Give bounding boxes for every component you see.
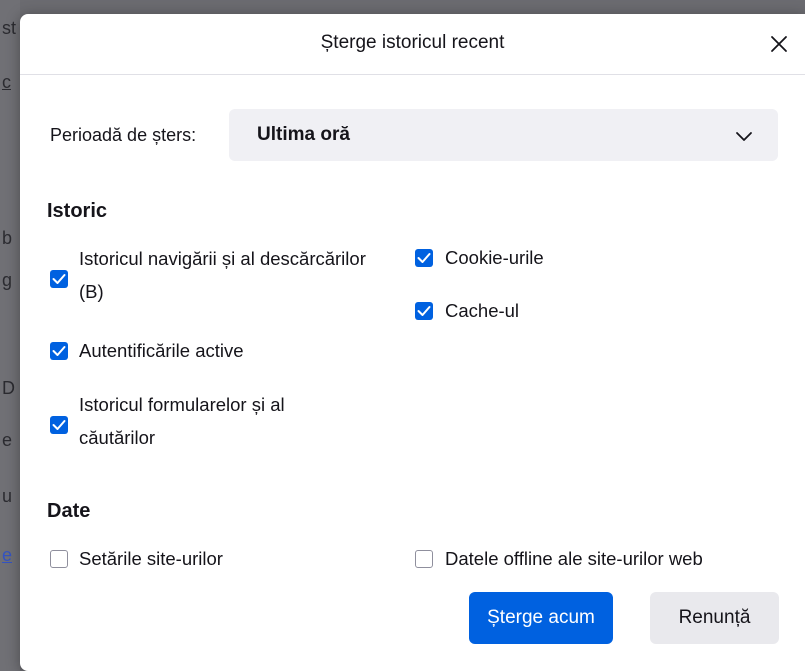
close-button[interactable] [763,28,795,60]
background-page-strip: st c b g D e u e [0,0,20,671]
active-logins-label[interactable]: Autentificările active [79,334,244,367]
clear-history-dialog: Șterge istoricul recent Perioadă de șter… [20,14,805,671]
period-select[interactable]: Ultima oră [229,109,778,161]
checkmark-icon [52,420,66,430]
form-history-checkbox[interactable] [50,416,68,434]
cache-label[interactable]: Cache-ul [445,294,519,327]
browsing-history-label-line1: Istoricul navigării și al descărcărilor [79,248,366,269]
history-section-heading: Istoric [47,200,108,222]
site-settings-label[interactable]: Setările site-urilor [79,542,223,575]
cookies-label[interactable]: Cookie-urile [445,241,544,274]
chevron-down-icon [736,132,752,141]
browsing-history-label[interactable]: Istoricul navigării și al descărcărilor … [79,242,366,308]
period-label: Perioadă de șters: [50,125,197,145]
browsing-history-label-line2: (B) [79,281,104,302]
background-text: g [2,270,13,290]
background-text: st [2,18,17,38]
checkmark-icon [52,346,66,356]
offline-data-checkbox[interactable] [415,550,433,568]
data-section-heading: Date [47,500,91,522]
background-text: u [2,486,13,506]
close-icon [771,36,787,52]
period-select-value: Ultima oră [257,124,350,145]
background-link: e [2,545,13,565]
background-text: e [2,430,13,450]
checkmark-icon [417,306,431,316]
dialog-title: Șterge istoricul recent [320,32,505,53]
form-history-label-line1: Istoricul formularelor și al [79,394,285,415]
site-settings-checkbox[interactable] [50,550,68,568]
form-history-label-line2: căutărilor [79,427,156,448]
active-logins-checkbox[interactable] [50,342,68,360]
browsing-history-checkbox[interactable] [50,270,68,288]
cancel-button[interactable]: Renunță [650,592,779,644]
form-history-label[interactable]: Istoricul formularelor și al căutărilor [79,388,285,454]
cache-checkbox[interactable] [415,302,433,320]
background-text: c [2,72,11,92]
dialog-header: Șterge istoricul recent [20,14,805,75]
cookies-checkbox[interactable] [415,249,433,267]
clear-now-button[interactable]: Șterge acum [469,592,613,644]
checkmark-icon [417,253,431,263]
background-text: D [2,378,15,398]
offline-data-label[interactable]: Datele offline ale site-urilor web [445,542,703,575]
background-text: b [2,228,13,248]
checkmark-icon [52,274,66,284]
